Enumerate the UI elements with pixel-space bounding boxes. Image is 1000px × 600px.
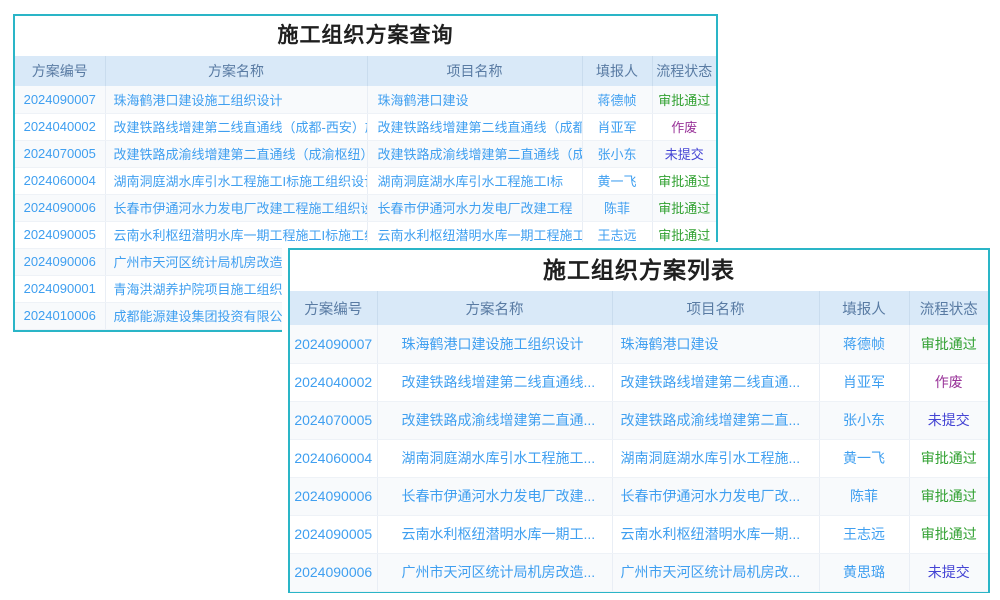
cell-reporter: 黄思璐 [819, 553, 909, 591]
column-header-0: 方案编号 [15, 56, 105, 86]
cell-plan-id: 2024090006 [290, 553, 377, 591]
cell-plan-id: 2024060004 [15, 167, 105, 194]
cell-plan-id: 2024090005 [15, 221, 105, 248]
column-header-0: 方案编号 [290, 291, 377, 325]
table-row[interactable]: 2024090005云南水利枢纽潜明水库一期工程施工I标施工组织云南水利枢纽潜明… [15, 221, 716, 248]
column-header-2: 项目名称 [612, 291, 819, 325]
column-header-1: 方案名称 [105, 56, 367, 86]
cell-reporter: 蒋德帧 [819, 325, 909, 363]
cell-reporter: 黄一飞 [819, 439, 909, 477]
cell-reporter: 王志远 [819, 515, 909, 553]
cell-plan-name: 改建铁路成渝线增建第二直通... [377, 401, 612, 439]
cell-status: 审批通过 [909, 477, 988, 515]
cell-plan-id: 2024090007 [290, 325, 377, 363]
cell-project-name: 云南水利枢纽潜明水库一期... [612, 515, 819, 553]
cell-status: 审批通过 [652, 221, 716, 248]
cell-status: 未提交 [652, 140, 716, 167]
cell-reporter: 陈菲 [582, 194, 652, 221]
cell-status: 审批通过 [652, 194, 716, 221]
plan-list-table: 方案编号方案名称项目名称填报人流程状态 2024090007珠海鹤港口建设施工组… [290, 291, 988, 592]
cell-plan-id: 2024060004 [290, 439, 377, 477]
column-header-4: 流程状态 [909, 291, 988, 325]
table-row[interactable]: 2024060004湖南洞庭湖水库引水工程施工I标施工组织设计湖南洞庭湖水库引水… [15, 167, 716, 194]
cell-plan-name: 长春市伊通河水力发电厂改建工程施工组织设计 [105, 194, 367, 221]
cell-project-name: 珠海鹤港口建设 [612, 325, 819, 363]
cell-plan-name: 湖南洞庭湖水库引水工程施工I标施工组织设计 [105, 167, 367, 194]
cell-project-name: 云南水利枢纽潜明水库一期工程施工 [367, 221, 582, 248]
plan-list-panel: 施工组织方案列表 方案编号方案名称项目名称填报人流程状态 2024090007珠… [288, 248, 990, 593]
cell-plan-id: 2024070005 [290, 401, 377, 439]
cell-plan-id: 2024040002 [290, 363, 377, 401]
cell-project-name: 湖南洞庭湖水库引水工程施... [612, 439, 819, 477]
cell-reporter: 张小东 [819, 401, 909, 439]
plan-list-table-header: 方案编号方案名称项目名称填报人流程状态 [290, 291, 988, 325]
column-header-1: 方案名称 [377, 291, 612, 325]
cell-plan-id: 2024090005 [290, 515, 377, 553]
table-row[interactable]: 2024090007珠海鹤港口建设施工组织设计珠海鹤港口建设蒋德帧审批通过 [290, 325, 988, 363]
cell-plan-id: 2024040002 [15, 113, 105, 140]
cell-project-name: 长春市伊通河水力发电厂改建工程 [367, 194, 582, 221]
cell-project-name: 湖南洞庭湖水库引水工程施工I标 [367, 167, 582, 194]
table-row[interactable]: 2024040002改建铁路线增建第二线直通线（成都-西安）施改建铁路线增建第二… [15, 113, 716, 140]
column-header-3: 填报人 [582, 56, 652, 86]
cell-plan-name: 珠海鹤港口建设施工组织设计 [105, 86, 367, 113]
table-row[interactable]: 2024090006广州市天河区统计局机房改造...广州市天河区统计局机房改..… [290, 553, 988, 591]
cell-status: 审批通过 [909, 515, 988, 553]
cell-plan-name: 广州市天河区统计局机房改造... [377, 553, 612, 591]
cell-reporter: 陈菲 [819, 477, 909, 515]
cell-reporter: 蒋德帧 [582, 86, 652, 113]
cell-plan-id: 2024090006 [290, 477, 377, 515]
plan-list-table-body: 2024090007珠海鹤港口建设施工组织设计珠海鹤港口建设蒋德帧审批通过202… [290, 325, 988, 591]
cell-plan-id: 2024090001 [15, 275, 105, 302]
cell-plan-name: 长春市伊通河水力发电厂改建... [377, 477, 612, 515]
column-header-3: 填报人 [819, 291, 909, 325]
cell-reporter: 黄一飞 [582, 167, 652, 194]
table-row[interactable]: 2024090006长春市伊通河水力发电厂改建...长春市伊通河水力发电厂改..… [290, 477, 988, 515]
cell-status: 作废 [909, 363, 988, 401]
cell-status: 未提交 [909, 401, 988, 439]
cell-plan-name: 珠海鹤港口建设施工组织设计 [377, 325, 612, 363]
cell-project-name: 长春市伊通河水力发电厂改... [612, 477, 819, 515]
cell-status: 审批通过 [652, 86, 716, 113]
cell-status: 审批通过 [652, 167, 716, 194]
cell-plan-id: 2024090006 [15, 248, 105, 275]
table-row[interactable]: 2024070005改建铁路成渝线增建第二直通...改建铁路成渝线增建第二直..… [290, 401, 988, 439]
cell-project-name: 改建铁路成渝线增建第二直通线（成渝枢纽） [367, 140, 582, 167]
cell-plan-name: 云南水利枢纽潜明水库一期工程施工I标施工组织 [105, 221, 367, 248]
plan-query-title: 施工组织方案查询 [15, 16, 716, 56]
table-row[interactable]: 2024040002改建铁路线增建第二线直通线...改建铁路线增建第二线直通..… [290, 363, 988, 401]
table-row[interactable]: 2024060004湖南洞庭湖水库引水工程施工...湖南洞庭湖水库引水工程施..… [290, 439, 988, 477]
cell-status: 未提交 [909, 553, 988, 591]
cell-plan-id: 2024090007 [15, 86, 105, 113]
cell-reporter: 肖亚军 [819, 363, 909, 401]
cell-project-name: 改建铁路线增建第二线直通... [612, 363, 819, 401]
cell-reporter: 张小东 [582, 140, 652, 167]
cell-plan-name: 改建铁路成渝线增建第二直通线（成渝枢纽） [105, 140, 367, 167]
cell-plan-name: 湖南洞庭湖水库引水工程施工... [377, 439, 612, 477]
cell-plan-id: 2024070005 [15, 140, 105, 167]
cell-project-name: 改建铁路成渝线增建第二直... [612, 401, 819, 439]
cell-plan-name: 云南水利枢纽潜明水库一期工... [377, 515, 612, 553]
cell-reporter: 肖亚军 [582, 113, 652, 140]
plan-query-table-header: 方案编号方案名称项目名称填报人流程状态 [15, 56, 716, 86]
cell-status: 审批通过 [909, 439, 988, 477]
cell-project-name: 改建铁路线增建第二线直通线（成都-西安） [367, 113, 582, 140]
cell-plan-name: 改建铁路线增建第二线直通线... [377, 363, 612, 401]
cell-plan-id: 2024090006 [15, 194, 105, 221]
column-header-4: 流程状态 [652, 56, 716, 86]
cell-project-name: 珠海鹤港口建设 [367, 86, 582, 113]
table-row[interactable]: 2024070005改建铁路成渝线增建第二直通线（成渝枢纽）改建铁路成渝线增建第… [15, 140, 716, 167]
cell-project-name: 广州市天河区统计局机房改... [612, 553, 819, 591]
table-row[interactable]: 2024090005云南水利枢纽潜明水库一期工...云南水利枢纽潜明水库一期..… [290, 515, 988, 553]
plan-list-title: 施工组织方案列表 [290, 250, 988, 291]
cell-plan-name: 改建铁路线增建第二线直通线（成都-西安）施 [105, 113, 367, 140]
table-row[interactable]: 2024090006长春市伊通河水力发电厂改建工程施工组织设计长春市伊通河水力发… [15, 194, 716, 221]
cell-status: 审批通过 [909, 325, 988, 363]
cell-status: 作废 [652, 113, 716, 140]
column-header-2: 项目名称 [367, 56, 582, 86]
table-row[interactable]: 2024090007珠海鹤港口建设施工组织设计珠海鹤港口建设蒋德帧审批通过 [15, 86, 716, 113]
cell-reporter: 王志远 [582, 221, 652, 248]
cell-plan-id: 2024010006 [15, 302, 105, 329]
